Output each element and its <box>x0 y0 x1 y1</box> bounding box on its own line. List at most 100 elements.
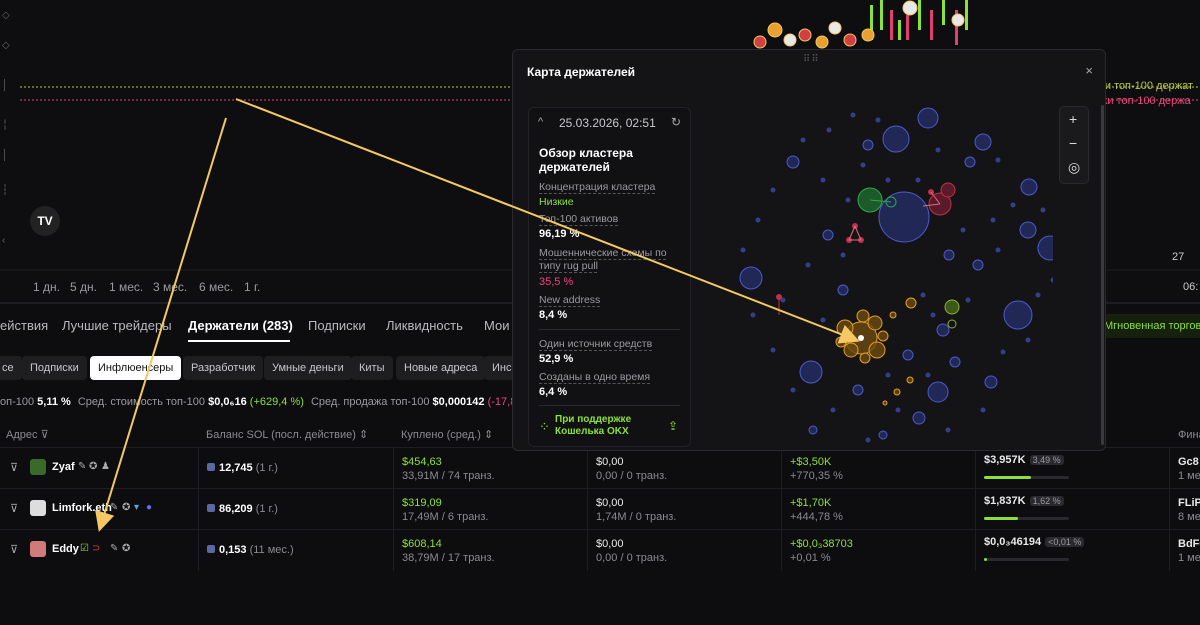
bought-sub: 17,49M / 6 транз. <box>402 511 489 523</box>
table-row[interactable]: ⊽ Limfork.eth ✎ ✪ ▾ ● 86,209 (1 г.) $319… <box>0 488 1200 530</box>
avatar <box>30 541 46 557</box>
filter-address-icon[interactable]: ⊽ <box>10 461 18 474</box>
sort-icon: ⇕ <box>484 429 494 441</box>
top100-assets-value: 96,19 % <box>539 228 580 240</box>
concentration-value: Низкие <box>539 196 574 208</box>
time-tick: 06: <box>1183 281 1199 293</box>
tab-holders[interactable]: Держатели (283) <box>188 318 293 333</box>
chip-new-addresses[interactable]: Новые адреса <box>396 356 486 380</box>
modal-scrollbar[interactable] <box>1101 105 1104 445</box>
range-1d[interactable]: 1 дн. <box>33 280 60 294</box>
tab-mine[interactable]: Мои <box>484 318 509 333</box>
fin-sub: 8 ме <box>1178 511 1200 523</box>
zoom-out-button[interactable]: − <box>1069 135 1077 151</box>
tradingview-logo: TV <box>30 206 60 236</box>
fin-sub: 1 ме <box>1178 470 1200 482</box>
holding-bar <box>984 517 1069 520</box>
fin-value: BdF6 <box>1178 538 1200 550</box>
same-time-label: Созданы в одно время <box>539 371 651 383</box>
holder-name[interactable]: Zyaf <box>52 461 75 473</box>
holder-name[interactable]: Eddy <box>52 543 79 555</box>
gear-icon[interactable]: ✪ <box>89 461 97 472</box>
bubble-map[interactable] <box>693 90 1053 450</box>
chip-smart-money[interactable]: Умные деньги <box>264 356 352 380</box>
tab-top-traders[interactable]: Лучшие трейдеры <box>62 318 172 333</box>
range-1y[interactable]: 1 г. <box>244 280 260 294</box>
drag-handle-icon[interactable]: ⠿⠿ <box>803 54 820 65</box>
bought-value: $319,09 <box>402 497 442 509</box>
magnet-icon: ⊃ <box>92 543 101 554</box>
bought-sub: 38,79M / 17 транз. <box>402 552 495 564</box>
refresh-icon[interactable]: ↻ <box>671 115 681 129</box>
fin-value: Gc8 <box>1178 456 1199 468</box>
chip-developer[interactable]: Разработчик <box>183 356 264 380</box>
one-source-value: 52,9 % <box>539 353 574 365</box>
verified-icon: ☑ <box>80 543 89 554</box>
filter-icon: ⊽ <box>40 429 49 441</box>
balance-value: 12,745 <box>219 462 253 474</box>
zoom-controls: + − ◎ <box>1059 106 1089 184</box>
overview-title: Обзор кластера держателей <box>539 146 633 174</box>
col-balance-header[interactable]: Баланс SOL (посл. действие) ⇕ <box>206 423 368 447</box>
bought-value: $454,63 <box>402 456 442 468</box>
avg-cost-change: (+629,4 %) <box>249 396 304 408</box>
chip-whales[interactable]: Киты <box>351 356 393 380</box>
bought-sub: 33,91M / 74 транз. <box>402 470 495 482</box>
holder-map-modal[interactable]: ⠿⠿ Карта держателей × ^ 25.03.2026, 02:5… <box>512 49 1106 451</box>
pnl-pct: +770,35 % <box>790 470 843 482</box>
filter-address-icon[interactable]: ⊽ <box>10 502 18 515</box>
holding-bar <box>984 558 1069 561</box>
snapshot-timestamp: 25.03.2026, 02:51 <box>559 116 656 130</box>
sold-sub: 0,00 / 0 транз. <box>596 552 668 564</box>
pnl-pct: +0,01 % <box>790 552 831 564</box>
col-address-header[interactable]: Адрес ⊽ <box>6 423 49 447</box>
close-icon[interactable]: × <box>1085 63 1093 78</box>
link-icon[interactable]: ● <box>146 502 152 513</box>
okx-wallet-icon: ⁘ <box>539 419 550 434</box>
holding-value: $1,837K <box>984 495 1026 507</box>
chip-all[interactable]: се <box>0 356 22 380</box>
filter-address-icon[interactable]: ⊽ <box>10 543 18 556</box>
balance-value: 86,209 <box>219 503 253 515</box>
gear-icon[interactable]: ✪ <box>122 543 130 554</box>
tab-liquidity[interactable]: Ликвидность <box>386 318 463 333</box>
cluster-overview-panel: ^ 25.03.2026, 02:51 ↻ Обзор кластера дер… <box>528 107 691 447</box>
instant-trade-button[interactable]: Мгновенная торгов <box>1098 314 1200 338</box>
tab-subscriptions[interactable]: Подписки <box>308 318 366 333</box>
edit-icon[interactable]: ✎ <box>110 543 118 554</box>
one-source-label: Один источник средств <box>539 338 653 350</box>
avatar <box>30 459 46 475</box>
edit-icon[interactable]: ✎ <box>110 502 118 513</box>
powered-by-okx[interactable]: При поддержке Кошелька OKX <box>555 414 665 438</box>
recenter-button[interactable]: ◎ <box>1068 159 1080 176</box>
balance-age: (1 г.) <box>255 503 278 515</box>
holder-name[interactable]: Limfork.eth <box>52 502 112 514</box>
new-address-value: 8,4 % <box>539 309 568 321</box>
holding-value: $0,0₃46194 <box>984 536 1042 548</box>
edit-icon[interactable]: ✎ <box>78 461 86 472</box>
tab-actions[interactable]: ействия <box>0 318 48 333</box>
range-6m[interactable]: 6 мес. <box>199 280 233 294</box>
range-5d[interactable]: 5 дн. <box>70 280 97 294</box>
gear-icon[interactable]: ✪ <box>122 502 130 513</box>
zoom-in-button[interactable]: + <box>1069 111 1077 127</box>
sold-value: $0,00 <box>596 456 624 468</box>
range-1m[interactable]: 1 мес. <box>109 280 143 294</box>
balance-age: (11 мес.) <box>249 544 294 556</box>
holding-value: $3,957K <box>984 454 1026 466</box>
new-address-label: New address <box>539 294 601 306</box>
chip-influencers[interactable]: Инфлюенсеры <box>90 356 182 380</box>
collapse-icon[interactable]: ^ <box>538 116 543 128</box>
chip-subscriptions[interactable]: Подписки <box>22 356 87 380</box>
sort-icon: ⇕ <box>358 429 369 441</box>
table-row[interactable]: ⊽ Zyaf ✎ ✪ ♟ 12,745 (1 г.) $454,63 33,91… <box>0 447 1200 489</box>
user-icon[interactable]: ♟ <box>101 461 110 472</box>
telegram-icon[interactable]: ▾ <box>134 502 139 513</box>
pnl-pct: +444,78 % <box>790 511 843 523</box>
sold-value: $0,00 <box>596 497 624 509</box>
range-3m[interactable]: 3 мес. <box>153 280 187 294</box>
share-icon[interactable]: ⇪ <box>668 419 678 433</box>
table-row[interactable]: ⊽ Eddy ☑ ⊃ ✎ ✪ 0,153 (11 мес.) $608,14 3… <box>0 529 1200 571</box>
col-bought-header[interactable]: Куплено (сред.) ⇕ <box>401 423 493 447</box>
avg-cost-value: $0,0₆16 <box>208 396 247 408</box>
